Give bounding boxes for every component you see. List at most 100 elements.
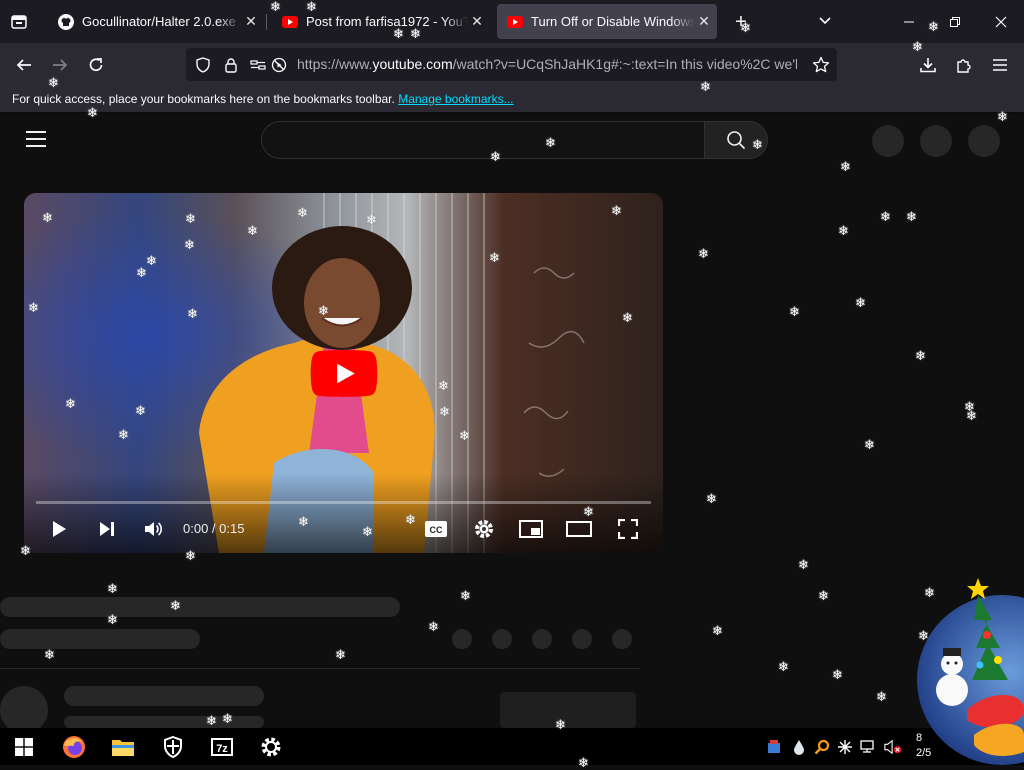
new-tab-button[interactable]: + [730,11,752,34]
settings-gear-icon [261,737,281,757]
tab-title: Turn Off or Disable Windows Defender [531,14,695,29]
url-text[interactable]: https://www.youtube.com/watch?v=UCqShJaH… [297,56,797,72]
github-icon [58,13,74,30]
time-display: 0:00 / 0:15 [183,521,245,536]
skeleton-button [872,125,904,157]
tray-search-icon[interactable] [813,738,831,756]
downloads-button[interactable] [915,52,941,78]
tab-close-button[interactable]: ✕ [695,13,713,30]
autoplay-blocked-icon [271,57,287,73]
address-bar[interactable]: https://www.youtube.com/watch?v=UCqShJaH… [186,48,837,81]
snowflake-icon: ❄ [712,623,723,638]
settings-button[interactable] [471,516,497,542]
progress-bar[interactable] [36,501,651,504]
video-player[interactable]: 0:00 / 0:15 CC [24,193,663,553]
back-button[interactable] [11,52,37,78]
tracking-protection-button[interactable] [194,56,212,74]
list-all-tabs-button[interactable] [816,12,834,35]
tray-snowflake-icon[interactable] [836,738,854,756]
bookmark-star-button[interactable] [812,56,830,74]
skeleton-action [452,629,472,649]
manage-bookmarks-link[interactable]: Manage bookmarks... [398,92,513,106]
snowflake-icon: ❄ [44,647,55,662]
search-icon [727,131,746,150]
hamburger-menu-icon [993,59,1007,71]
forward-button[interactable] [47,52,73,78]
tray-volume-muted-icon[interactable] [884,738,902,756]
menu-line [26,138,46,140]
taskbar-windows-security[interactable] [159,734,187,760]
close-icon [995,16,1007,28]
network-icon [860,740,874,753]
tab-separator [266,14,267,30]
start-button[interactable] [10,734,38,760]
mute-button[interactable] [140,516,166,542]
skeleton-line [64,716,264,728]
bookmarks-empty-message: For quick access, place your bookmarks h… [12,92,514,106]
snow-globe-decoration [917,578,1024,765]
youtube-guide-button[interactable] [26,131,46,147]
snowflake-icon: ❄ [798,557,809,572]
theater-mode-button[interactable] [566,516,592,542]
tab-youtube-defender[interactable]: Turn Off or Disable Windows Defender ✕ [497,4,717,39]
tray-drop-icon[interactable] [790,738,808,756]
snowflake-icon: ❄ [876,689,887,704]
7zip-icon: 7z [211,738,233,756]
skeleton-action [572,629,592,649]
large-play-button[interactable] [310,350,378,397]
tab-github[interactable]: Gocullinator/Halter 2.0.exe at m ✕ [48,4,264,39]
skeleton-action [492,629,512,649]
taskbar-settings[interactable] [257,734,285,760]
tray-network-icon[interactable] [860,738,878,756]
skeleton-action [532,629,552,649]
skeleton-title [0,597,400,617]
chevron-down-icon [819,17,831,25]
play-button[interactable] [46,516,72,542]
tray-app-icon[interactable] [765,738,783,756]
app-menu-button[interactable] [987,52,1013,78]
7zip-label: 7z [216,743,228,755]
windows-start-icon [15,738,33,756]
autoplay-blocked-button[interactable] [270,56,288,74]
navigation-toolbar: https://www.youtube.com/watch?v=UCqShJaH… [0,43,1024,86]
restore-button[interactable] [943,11,967,33]
subtitles-button[interactable]: CC [423,516,449,542]
snowflake-icon: ❄ [880,209,891,224]
reload-button[interactable] [83,52,109,78]
volume-muted-icon [884,739,902,755]
menu-line [26,145,46,147]
url-prefix: https://www. [297,56,373,72]
taskbar-firefox[interactable] [60,734,88,760]
snowflake-icon: ❄ [428,619,439,634]
skeleton-button [500,692,636,728]
windows-taskbar: 7z 8 2/5 [0,728,1024,765]
minimize-button[interactable] [897,11,921,33]
site-security-button[interactable] [222,56,240,74]
snowflake-icon: ❄ [840,159,851,174]
reload-icon [89,58,103,72]
snowflake-icon: ❄ [818,588,829,603]
youtube-search-input[interactable] [261,121,704,159]
snowflake-icon: ❄ [832,667,843,682]
skeleton-line [64,686,264,706]
url-host: youtube.com [372,56,453,72]
permissions-button[interactable] [249,56,267,74]
tab-youtube-post[interactable]: Post from farfisa1972 - YouTube ✕ [272,4,490,39]
star-icon [812,56,830,73]
snowflake-icon: ❄ [460,588,471,603]
extensions-button[interactable] [951,52,977,78]
skeleton-avatar [0,686,48,734]
next-button[interactable] [94,516,120,542]
taskbar-file-explorer[interactable] [109,734,137,760]
miniplayer-button[interactable] [518,516,544,542]
youtube-search-button[interactable] [704,121,768,159]
skeleton-button [920,125,952,157]
close-window-button[interactable] [989,11,1013,33]
content-divider [0,668,640,669]
lock-icon [225,58,237,73]
fullscreen-button[interactable] [615,516,641,542]
tab-close-button[interactable]: ✕ [468,13,486,30]
firefox-view-button[interactable] [8,11,30,33]
tab-close-button[interactable]: ✕ [242,13,260,30]
taskbar-7zip[interactable]: 7z [208,734,236,760]
